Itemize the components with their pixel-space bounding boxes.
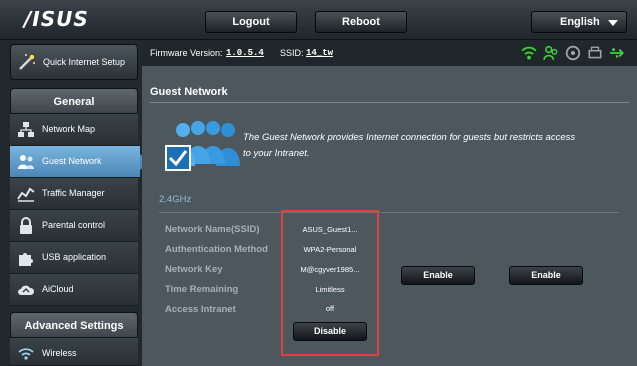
sidebar-item-label: Network Map [42, 124, 96, 134]
lock-icon [20, 217, 32, 234]
sidebar: Quick Internet Setup General Network Map… [0, 40, 149, 366]
clients-status-icon[interactable] [543, 45, 559, 61]
ssid-label: SSID: [280, 48, 304, 58]
reboot-button[interactable]: Reboot [315, 11, 407, 33]
cloud-icon [18, 285, 35, 295]
ssid-link[interactable]: 14_tw [306, 40, 333, 66]
sidebar-item-wireless[interactable]: Wireless [10, 338, 138, 366]
network-map-icon [18, 122, 34, 137]
sidebar-item-aicloud[interactable]: AiCloud [10, 274, 138, 306]
title-divider [150, 102, 629, 103]
language-label: English [560, 16, 600, 28]
sidebar-item-label: Wireless [42, 348, 77, 358]
sidebar-item-parental-control[interactable]: Parental control [10, 210, 138, 242]
language-select[interactable]: English [531, 11, 627, 33]
page-title: Guest Network [150, 86, 228, 98]
quick-setup-label: Quick Internet Setup [43, 57, 126, 67]
general-section-header: General [10, 88, 138, 114]
printer-status-icon[interactable] [587, 45, 603, 61]
firmware-version-link[interactable]: 1.0.5.4 [226, 40, 264, 66]
sidebar-item-label: USB application [42, 252, 107, 262]
sidebar-item-label: Guest Network [42, 156, 102, 166]
status-icons [521, 45, 625, 61]
main-panel: Guest Network The Guest Network provides… [142, 66, 637, 366]
sidebar-item-label: Traffic Manager [42, 188, 105, 198]
usb-status-icon[interactable] [609, 45, 625, 61]
field-label-access-intranet: Access Intranet [165, 304, 236, 315]
guest-network-icon [18, 155, 34, 169]
enable-guest-network-2-button[interactable]: Enable [401, 266, 475, 285]
field-label-auth-method: Authentication Method [165, 244, 268, 255]
field-label-time-remaining: Time Remaining [165, 284, 239, 295]
quick-internet-setup-button[interactable]: Quick Internet Setup [10, 44, 138, 80]
wifi-status-icon[interactable] [521, 45, 537, 61]
magic-wand-icon [19, 54, 35, 70]
traffic-manager-icon [17, 187, 35, 202]
sidebar-item-label: AiCloud [42, 284, 74, 294]
disable-guest-network-button[interactable]: Disable [293, 322, 367, 341]
sidebar-item-traffic-manager[interactable]: Traffic Manager [10, 178, 138, 210]
firmware-bar: Firmware Version: 1.0.5.4 SSID: 14_tw [142, 40, 637, 66]
logout-button[interactable]: Logout [205, 11, 297, 33]
sidebar-item-label: Parental control [42, 220, 106, 230]
guest-users-illustration [165, 121, 240, 171]
field-label-network-key: Network Key [165, 264, 223, 275]
field-label-ssid: Network Name(SSID) [165, 224, 260, 235]
sidebar-item-network-map[interactable]: Network Map [10, 114, 138, 146]
enable-guest-network-3-button[interactable]: Enable [509, 266, 583, 285]
firmware-label: Firmware Version: [150, 48, 223, 58]
band-divider [159, 212, 619, 213]
asus-logo: /ISUS [24, 7, 89, 31]
disc-status-icon[interactable] [565, 45, 581, 61]
top-bar: /ISUS Logout Reboot English [0, 0, 637, 40]
sidebar-item-guest-network[interactable]: Guest Network [10, 146, 149, 178]
puzzle-icon [19, 253, 33, 266]
wifi-icon [18, 348, 34, 360]
sidebar-item-usb-application[interactable]: USB application [10, 242, 138, 274]
guest-network-description: The Guest Network provides Internet conn… [243, 132, 576, 159]
band-label: 2.4GHz [159, 194, 192, 205]
chevron-down-icon [608, 20, 618, 26]
advanced-settings-header: Advanced Settings [10, 312, 138, 338]
